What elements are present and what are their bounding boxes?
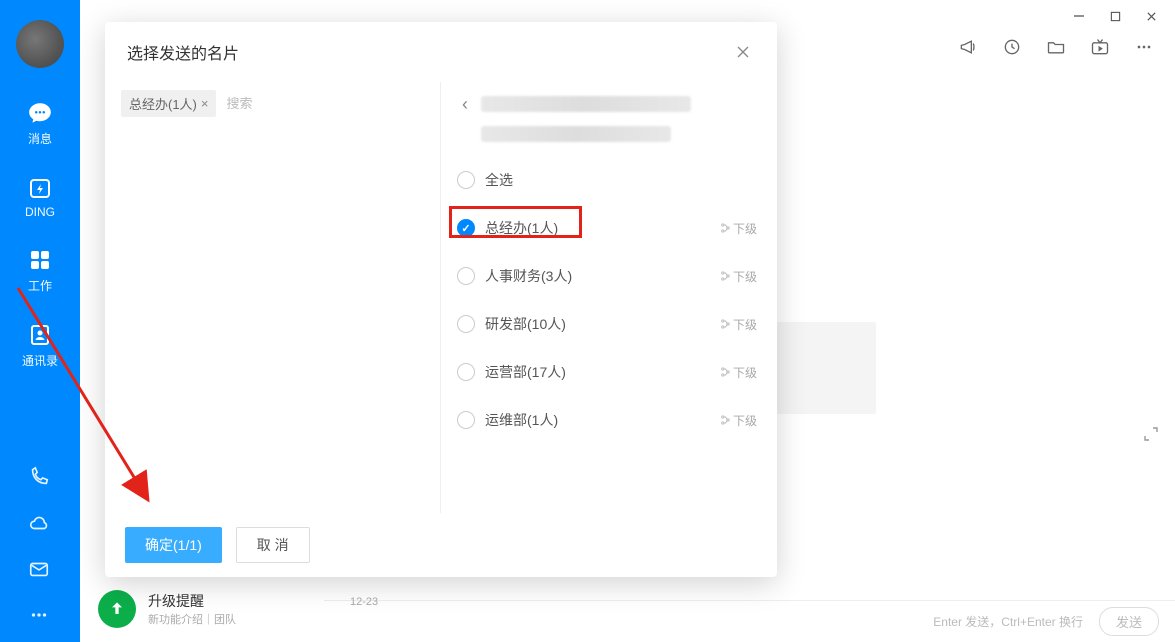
apps-grid-icon <box>27 247 53 273</box>
folder-icon[interactable] <box>1045 36 1067 58</box>
radio-unchecked-icon[interactable] <box>457 267 475 285</box>
nav-messages[interactable]: 消息 <box>27 100 53 147</box>
nav-label: 通讯录 <box>22 352 58 369</box>
dept-label: 运营部(17人) <box>485 362 709 382</box>
mail-icon[interactable] <box>28 558 52 582</box>
radio-unchecked-icon[interactable] <box>457 315 475 333</box>
announcement-icon[interactable] <box>957 36 979 58</box>
toolbar-icons <box>957 36 1155 58</box>
radio-unchecked-icon[interactable] <box>457 171 475 189</box>
expand-icon[interactable] <box>1143 426 1159 442</box>
nav-label: 消息 <box>28 130 52 147</box>
maximize-button[interactable] <box>1097 4 1133 28</box>
dept-label: 运维部(1人) <box>485 410 709 430</box>
modal-left-panel: 总经办(1人) × <box>105 82 440 513</box>
nav-label: 工作 <box>28 277 52 294</box>
sub-level-link[interactable]: 下级 <box>719 220 757 237</box>
contacts-icon <box>27 322 53 348</box>
select-all-label: 全选 <box>485 170 757 190</box>
sub-level-link[interactable]: 下级 <box>719 364 757 381</box>
more-icon[interactable] <box>28 604 52 628</box>
redacted-text <box>481 96 691 112</box>
list-item-title: 升级提醒 <box>148 591 236 611</box>
window-controls <box>1061 4 1169 28</box>
search-input[interactable] <box>222 92 424 115</box>
upgrade-badge-icon <box>98 590 136 628</box>
contact-picker-modal: 选择发送的名片 总经办(1人) × ‹ 全选 <box>105 22 777 577</box>
breadcrumb-back-icon[interactable]: ‹ <box>457 94 473 115</box>
dept-row[interactable]: 总经办(1人) 下级 <box>457 204 757 252</box>
modal-header: 选择发送的名片 <box>105 22 777 82</box>
tv-icon[interactable] <box>1089 36 1111 58</box>
list-item-date: 12-23 <box>350 596 378 608</box>
sub-level-link[interactable]: 下级 <box>719 316 757 333</box>
cancel-button[interactable]: 取 消 <box>236 527 310 563</box>
dept-row[interactable]: 研发部(10人) 下级 <box>457 300 757 348</box>
chip-label: 总经办(1人) <box>129 94 197 113</box>
close-button[interactable] <box>1133 4 1169 28</box>
clock-icon[interactable] <box>1001 36 1023 58</box>
modal-footer: 确定(1/1) 取 消 <box>105 513 777 577</box>
phone-icon[interactable] <box>28 466 52 490</box>
radio-unchecked-icon[interactable] <box>457 411 475 429</box>
nav-work[interactable]: 工作 <box>27 247 53 294</box>
more-horizontal-icon[interactable] <box>1133 36 1155 58</box>
nav-ding[interactable]: DING <box>25 175 55 219</box>
dept-label: 总经办(1人) <box>485 218 709 238</box>
dept-row[interactable]: 运维部(1人) 下级 <box>457 396 757 444</box>
left-nav: 消息 DING 工作 通讯录 <box>0 0 80 642</box>
cloud-icon[interactable] <box>28 512 52 536</box>
modal-close-button[interactable] <box>731 40 755 64</box>
chat-footer: Enter 发送，Ctrl+Enter 换行 发送 <box>324 600 1175 642</box>
dept-row[interactable]: 人事财务(3人) 下级 <box>457 252 757 300</box>
chip-remove-icon[interactable]: × <box>201 96 209 111</box>
send-button[interactable]: 发送 <box>1099 607 1159 636</box>
chat-bubble-icon <box>27 100 53 126</box>
select-all-row[interactable]: 全选 <box>457 156 757 204</box>
modal-title: 选择发送的名片 <box>127 40 239 64</box>
dept-label: 研发部(10人) <box>485 314 709 334</box>
dept-label: 人事财务(3人) <box>485 266 709 286</box>
sub-level-link[interactable]: 下级 <box>719 412 757 429</box>
radio-checked-icon[interactable] <box>457 219 475 237</box>
avatar[interactable] <box>16 20 64 68</box>
minimize-button[interactable] <box>1061 4 1097 28</box>
selected-chip: 总经办(1人) × <box>121 90 216 117</box>
confirm-button[interactable]: 确定(1/1) <box>125 527 222 563</box>
radio-unchecked-icon[interactable] <box>457 363 475 381</box>
nav-contacts[interactable]: 通讯录 <box>22 322 58 369</box>
send-hint: Enter 发送，Ctrl+Enter 换行 <box>933 613 1083 630</box>
calendar-bolt-icon <box>27 175 53 201</box>
dept-row[interactable]: 运营部(17人) 下级 <box>457 348 757 396</box>
modal-right-panel: ‹ 全选 总经办(1人)下级人事财务(3人)下级研发部(10人)下级运营部(17… <box>440 82 777 513</box>
redacted-text <box>481 126 671 142</box>
nav-label: DING <box>25 205 55 219</box>
sub-level-link[interactable]: 下级 <box>719 268 757 285</box>
list-item-upgrade[interactable]: 升级提醒 新功能介绍｜团队 <box>98 590 236 628</box>
list-item-subtitle: 新功能介绍｜团队 <box>148 611 236 627</box>
